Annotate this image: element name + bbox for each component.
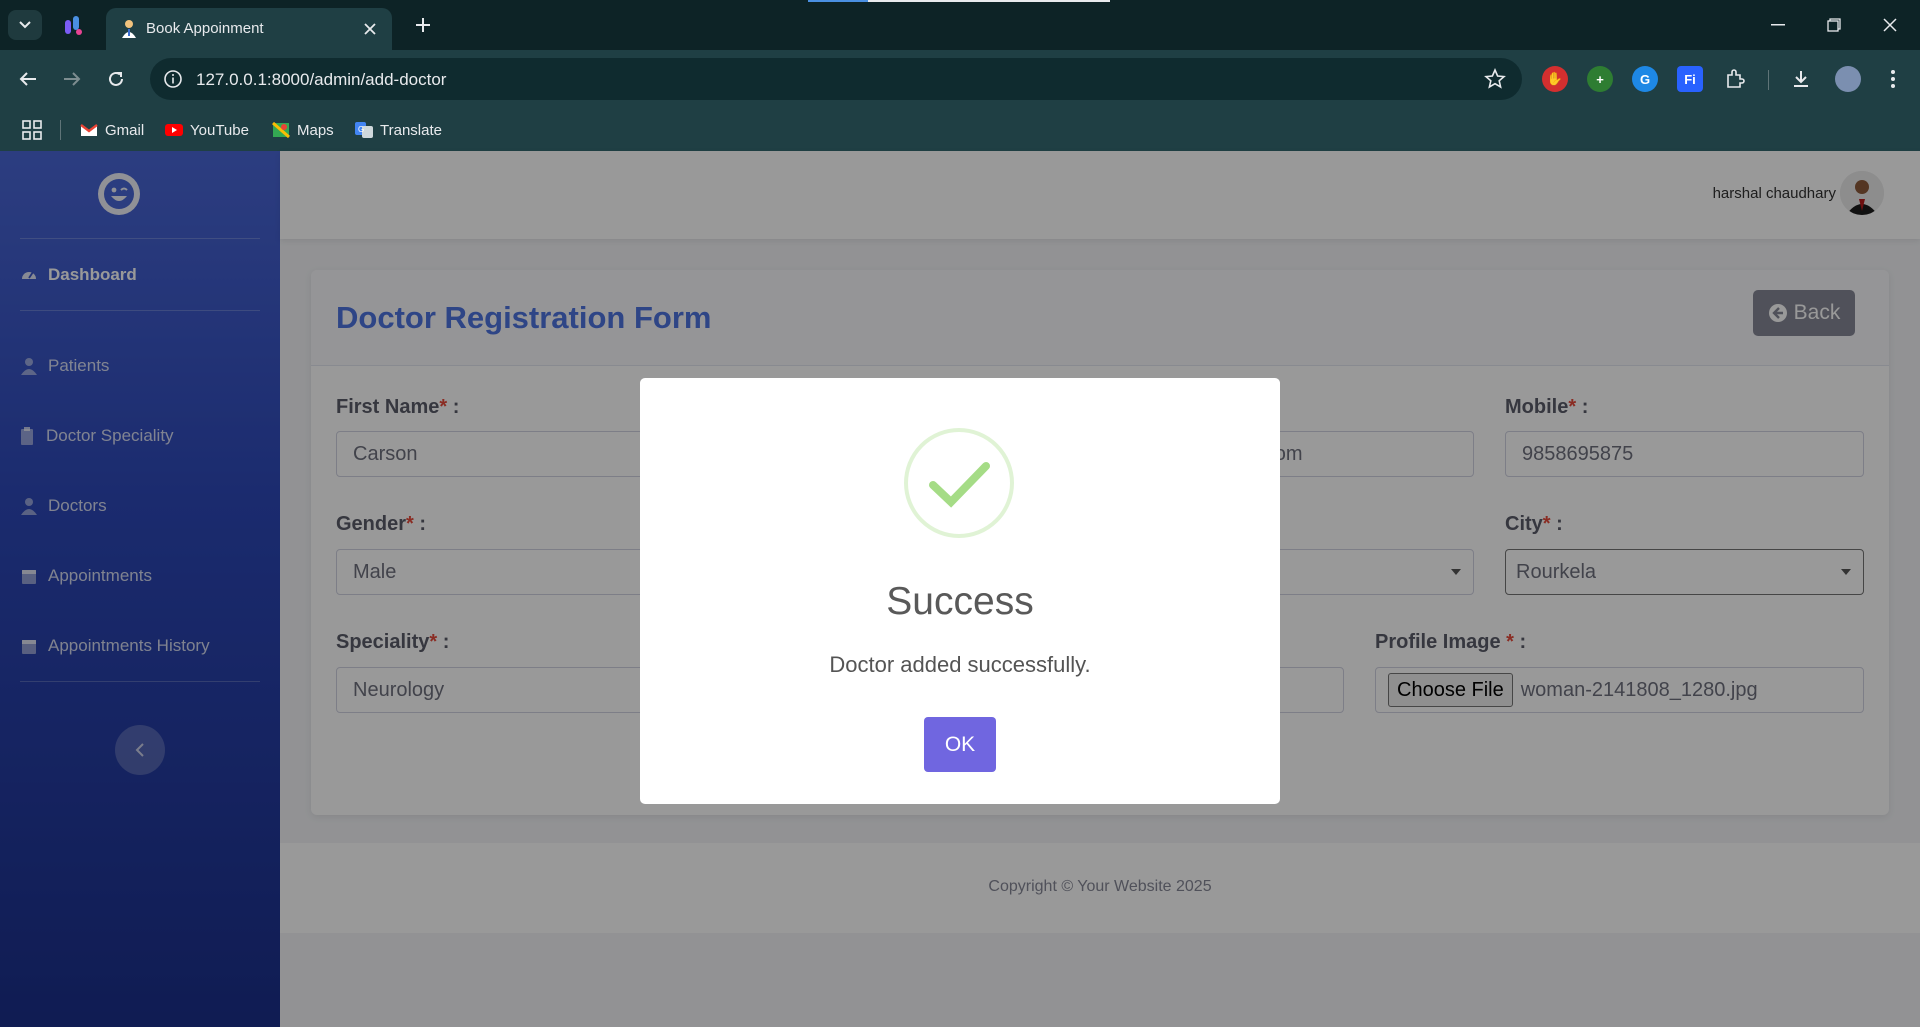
reload-button[interactable] [100, 63, 132, 95]
browser-chrome: Book Appoinment 127.0.0.1:8000/admin/add… [0, 0, 1920, 151]
app-logo-icon[interactable] [62, 14, 84, 36]
new-tab-button[interactable] [410, 12, 436, 38]
doctor-favicon-icon [122, 20, 136, 38]
close-icon [364, 23, 376, 35]
youtube-icon [165, 124, 183, 136]
chevron-down-icon [19, 21, 31, 29]
bookmark-gmail[interactable]: Gmail [80, 117, 144, 143]
bookmark-youtube[interactable]: YouTube [165, 117, 249, 143]
back-nav-button[interactable] [12, 63, 44, 95]
address-bar[interactable]: 127.0.0.1:8000/admin/add-doctor [150, 58, 1522, 100]
tab-search-button[interactable] [8, 10, 42, 40]
browser-toolbar: 127.0.0.1:8000/admin/add-doctor ✋ + G Fi [0, 50, 1920, 108]
close-icon [1883, 18, 1897, 32]
bookmark-maps[interactable]: Maps [272, 117, 334, 143]
bookmark-star-icon[interactable] [1484, 68, 1506, 90]
adblock-extension-icon[interactable]: ✋ [1542, 66, 1568, 92]
dialog-message: Doctor added successfully. [829, 652, 1091, 677]
download-icon[interactable] [1788, 66, 1814, 92]
extensions-puzzle-icon[interactable] [1722, 66, 1748, 92]
dialog-title: Success [886, 580, 1034, 623]
minimize-icon [1771, 24, 1785, 26]
close-window-button[interactable] [1870, 10, 1910, 40]
restore-icon [1827, 18, 1841, 32]
translate-icon: G [355, 122, 373, 138]
tab-title: Book Appoinment [146, 20, 264, 37]
ok-button[interactable]: OK [924, 717, 996, 772]
restore-button[interactable] [1814, 10, 1854, 40]
arrow-left-icon [19, 72, 36, 86]
success-dialog: Success Doctor added successfully. OK [640, 378, 1280, 804]
gmail-icon [80, 124, 98, 136]
fi-extension-icon[interactable]: Fi [1677, 66, 1703, 92]
extension-green-icon[interactable]: + [1587, 66, 1613, 92]
loading-bar [808, 0, 1110, 2]
check-icon [929, 462, 990, 508]
tab-book-appoinment[interactable]: Book Appoinment [106, 8, 392, 50]
forward-nav-button[interactable] [56, 63, 88, 95]
svg-text:G: G [358, 125, 364, 134]
tab-close-button[interactable] [358, 17, 382, 41]
apps-grid-icon[interactable] [22, 120, 42, 140]
browser-menu-icon[interactable] [1880, 66, 1906, 92]
minimize-button[interactable] [1758, 10, 1798, 40]
plus-icon [416, 18, 430, 32]
tab-strip: Book Appoinment [0, 0, 1920, 50]
site-info-icon[interactable] [162, 68, 184, 90]
bookmarks-bar: Gmail YouTube Maps G Translate [0, 108, 1920, 151]
arrow-right-icon [64, 72, 81, 86]
grammarly-icon[interactable]: G [1632, 66, 1658, 92]
url-text[interactable]: 127.0.0.1:8000/admin/add-doctor [196, 70, 446, 90]
profile-avatar-icon[interactable] [1835, 66, 1861, 92]
reload-icon [109, 71, 123, 86]
success-icon [904, 428, 1014, 538]
maps-icon [272, 122, 290, 138]
bookmark-translate[interactable]: G Translate [355, 117, 442, 143]
